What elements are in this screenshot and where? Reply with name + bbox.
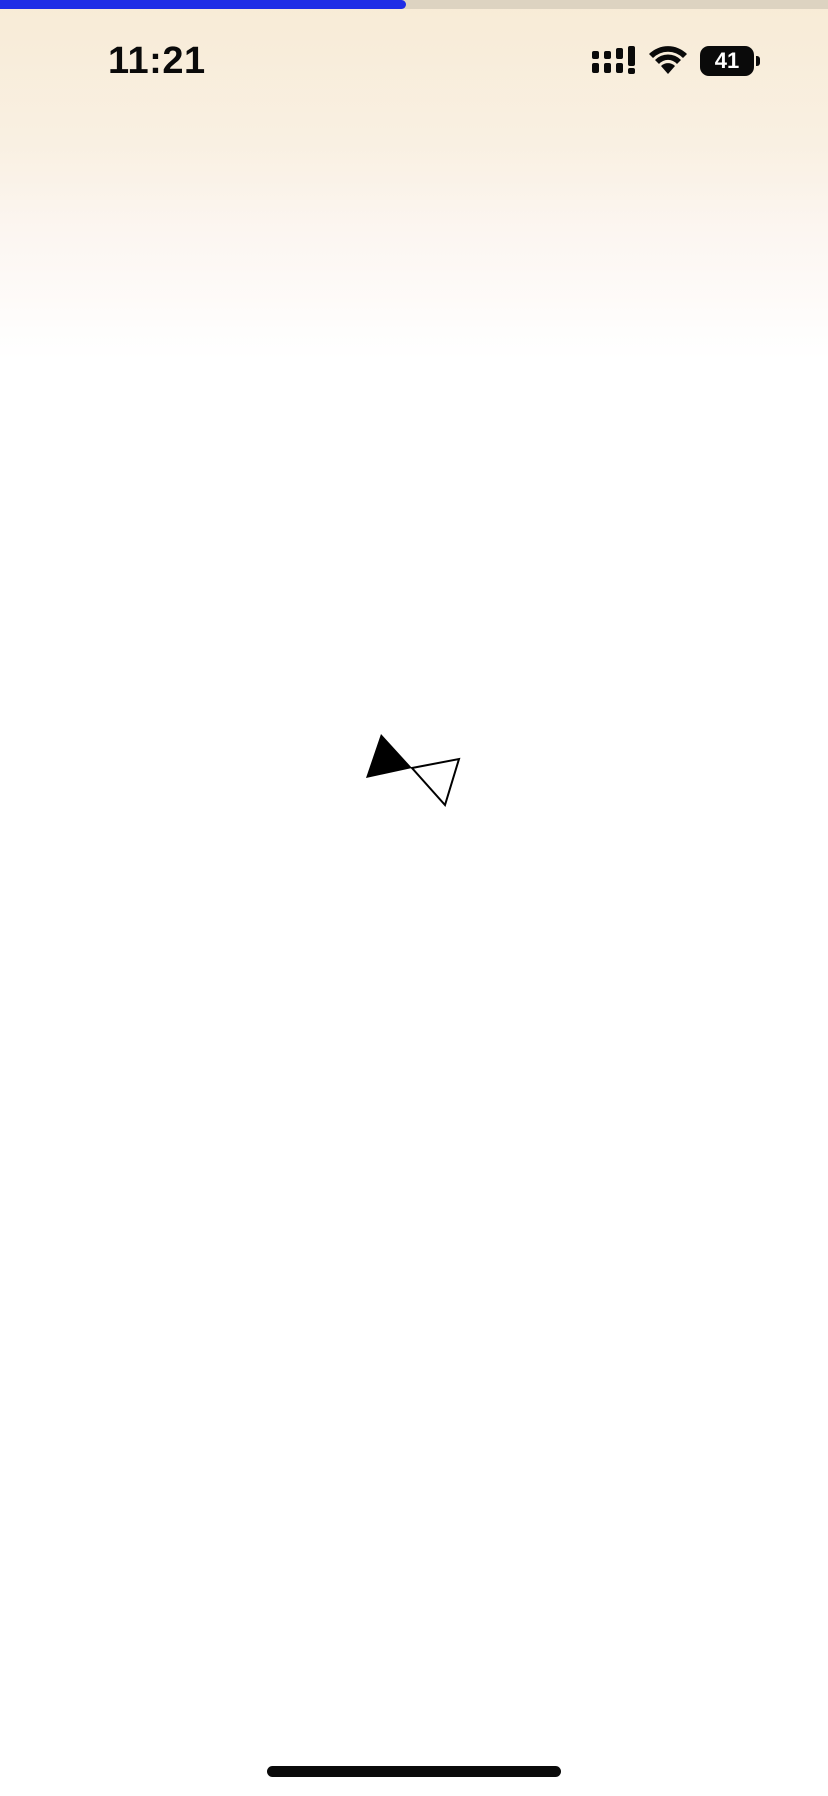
battery-cap: [756, 56, 760, 66]
battery-level: 41: [700, 46, 754, 76]
signal-icon: [592, 46, 635, 74]
app-screen: 11:21 41: [0, 0, 828, 1796]
battery-icon: 41: [700, 46, 762, 76]
status-time: 11:21: [108, 40, 206, 82]
bowtie-loading-icon: [366, 734, 461, 807]
wifi-icon: [649, 46, 687, 74]
loading-progress-bar: [0, 0, 828, 9]
bowtie-outline-triangle: [410, 757, 461, 807]
bowtie-filled-triangle: [366, 734, 412, 778]
progress-fill: [0, 0, 406, 9]
status-bar: 11:21 41: [0, 30, 828, 94]
home-indicator[interactable]: [267, 1766, 561, 1777]
